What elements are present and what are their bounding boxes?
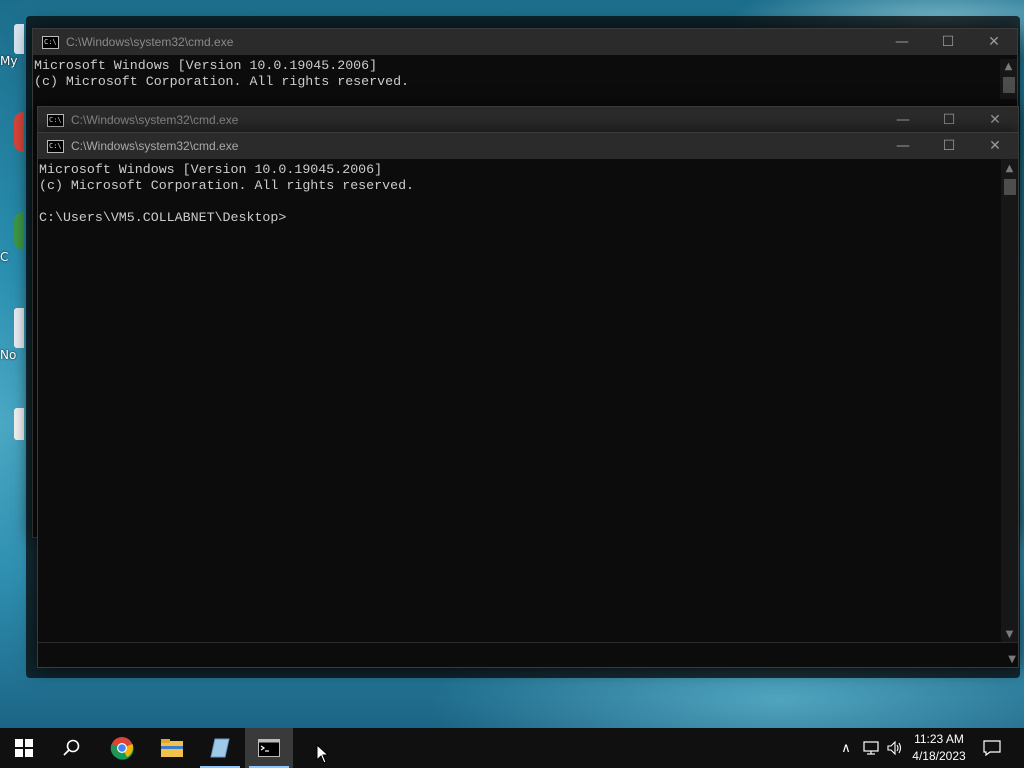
vertical-scrollbar[interactable]: ▲ ▼ bbox=[1001, 159, 1018, 642]
tray-network[interactable] bbox=[860, 728, 882, 768]
window-title: C:\Windows\system32\cmd.exe bbox=[71, 113, 239, 127]
taskbar: ∧ 11:23 AM 4/18/2023 bbox=[0, 728, 1024, 768]
minimize-button[interactable]: — bbox=[880, 133, 926, 159]
desktop-icon-label: C bbox=[0, 250, 9, 264]
minimize-button[interactable]: — bbox=[879, 29, 925, 55]
app-icon bbox=[14, 112, 24, 152]
clock-time: 11:23 AM bbox=[914, 732, 964, 746]
close-button[interactable]: ✕ bbox=[972, 107, 1018, 133]
cmd-window-middle[interactable]: C:\ C:\Windows\system32\cmd.exe — ☐ ✕ bbox=[37, 106, 1019, 133]
vertical-scrollbar[interactable]: ▲ bbox=[1000, 59, 1017, 99]
computer-icon bbox=[14, 24, 24, 54]
console-line: (c) Microsoft Corporation. All rights re… bbox=[39, 178, 415, 193]
cmd-icon bbox=[258, 739, 280, 757]
console-line: (c) Microsoft Corporation. All rights re… bbox=[34, 74, 410, 89]
desktop-icon-c1[interactable] bbox=[0, 112, 24, 152]
cmd-icon: C:\ bbox=[47, 139, 64, 153]
titlebar[interactable]: C:\ C:\Windows\system32\cmd.exe — ☐ ✕ bbox=[33, 29, 1017, 55]
console-line: Microsoft Windows [Version 10.0.19045.20… bbox=[34, 58, 378, 73]
cmd-window-front[interactable]: C:\ C:\Windows\system32\cmd.exe — ☐ ✕ Mi… bbox=[37, 132, 1019, 668]
taskbar-chrome[interactable] bbox=[98, 728, 146, 768]
chevron-up-icon: ∧ bbox=[841, 740, 851, 756]
window-title: C:\Windows\system32\cmd.exe bbox=[66, 35, 234, 49]
search-button[interactable] bbox=[48, 728, 96, 768]
desktop-icon-my-computer[interactable]: My bbox=[0, 24, 24, 68]
console-output[interactable]: Microsoft Windows [Version 10.0.19045.20… bbox=[38, 162, 1001, 226]
desktop-icon-label: No bbox=[0, 348, 17, 362]
search-icon bbox=[63, 739, 80, 756]
console-output[interactable]: Microsoft Windows [Version 10.0.19045.20… bbox=[33, 58, 1000, 90]
maximize-button[interactable]: ☐ bbox=[926, 133, 972, 159]
desktop-icon-doc[interactable] bbox=[0, 408, 24, 440]
desktop-icon-label: My bbox=[0, 54, 18, 68]
scroll-down-arrow-icon[interactable]: ▼ bbox=[1001, 629, 1018, 640]
maximize-button[interactable]: ☐ bbox=[926, 107, 972, 133]
app-icon bbox=[210, 738, 230, 758]
document-icon bbox=[14, 408, 24, 440]
titlebar[interactable]: C:\ C:\Windows\system32\cmd.exe — ☐ ✕ bbox=[38, 133, 1018, 159]
folder-icon bbox=[161, 739, 183, 757]
close-button[interactable]: ✕ bbox=[971, 29, 1017, 55]
clock-date: 4/18/2023 bbox=[912, 749, 966, 763]
titlebar[interactable]: C:\ C:\Windows\system32\cmd.exe — ☐ ✕ bbox=[38, 107, 1018, 133]
scroll-thumb[interactable] bbox=[1003, 77, 1015, 93]
scroll-up-arrow-icon[interactable]: ▲ bbox=[1001, 163, 1018, 174]
action-center-button[interactable] bbox=[978, 728, 1006, 768]
taskbar-app[interactable] bbox=[196, 728, 244, 768]
horizontal-scroll-area[interactable]: ▼ bbox=[38, 642, 1018, 667]
console-line: Microsoft Windows [Version 10.0.19045.20… bbox=[39, 162, 383, 177]
notifications-icon bbox=[983, 740, 1001, 756]
cmd-icon: C:\ bbox=[42, 35, 59, 49]
scroll-up-arrow-icon[interactable]: ▲ bbox=[1000, 61, 1017, 72]
chrome-icon bbox=[110, 737, 134, 760]
windows-logo-icon bbox=[15, 739, 33, 757]
cmd-icon: C:\ bbox=[47, 113, 64, 127]
minimize-button[interactable]: — bbox=[880, 107, 926, 133]
start-button[interactable] bbox=[0, 728, 48, 768]
window-title: C:\Windows\system32\cmd.exe bbox=[71, 139, 239, 153]
close-button[interactable]: ✕ bbox=[972, 133, 1018, 159]
network-icon bbox=[863, 741, 879, 755]
taskbar-command-prompt[interactable] bbox=[245, 728, 293, 768]
mouse-cursor-icon bbox=[316, 744, 330, 764]
scroll-down-arrow-icon[interactable]: ▼ bbox=[1008, 654, 1016, 665]
notepad-icon bbox=[14, 308, 24, 348]
maximize-button[interactable]: ☐ bbox=[925, 29, 971, 55]
desktop-icon-notepad[interactable]: No bbox=[0, 308, 24, 362]
app-icon bbox=[14, 212, 24, 250]
taskbar-clock[interactable]: 11:23 AM 4/18/2023 bbox=[900, 731, 978, 765]
tray-overflow-button[interactable]: ∧ bbox=[836, 728, 856, 768]
desktop-icon-c2[interactable]: C bbox=[0, 212, 24, 264]
scroll-thumb[interactable] bbox=[1004, 179, 1016, 195]
taskbar-file-explorer[interactable] bbox=[148, 728, 196, 768]
console-prompt: C:\Users\VM5.COLLABNET\Desktop> bbox=[39, 210, 287, 225]
